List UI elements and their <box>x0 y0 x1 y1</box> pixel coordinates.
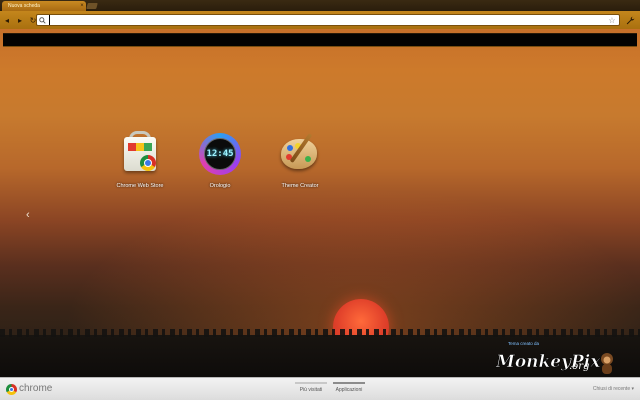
ntp-footer: chrome Più visitati Applicazioni Chiusi … <box>0 377 640 400</box>
pager-indicator <box>295 382 327 384</box>
webstore-icon <box>117 131 163 177</box>
bookmark-star-icon[interactable]: ☆ <box>607 15 617 25</box>
app-label: Theme Creator <box>281 183 319 189</box>
toolbar: ◂ ▸ ↻ ☆ <box>0 11 640 29</box>
background-glow <box>0 29 640 377</box>
pager-label: Applicazioni <box>335 387 363 393</box>
tab-new-tab[interactable]: Nuova scheda × <box>2 1 86 11</box>
apps-grid: Chrome Web Store 12:45 Orologio Theme Cr… <box>100 131 340 189</box>
pager-apps[interactable]: Applicazioni <box>333 382 365 393</box>
app-orologio[interactable]: 12:45 Orologio <box>180 131 260 189</box>
bookmark-bar <box>3 33 637 47</box>
app-label: Chrome Web Store <box>116 183 164 189</box>
page-switcher: Più visitati Applicazioni <box>295 382 365 393</box>
clock-digits: 12:45 <box>206 149 234 159</box>
theme-credit-text: Tema creato da <box>508 341 540 346</box>
recently-closed-menu[interactable]: Chiusi di recente ▾ <box>593 386 634 392</box>
close-icon[interactable]: × <box>78 2 86 10</box>
pager-label: Più visitati <box>299 387 323 393</box>
previous-page-icon[interactable]: ‹ <box>26 209 30 221</box>
search-icon <box>37 15 47 25</box>
pager-indicator <box>333 382 365 384</box>
app-chrome-web-store[interactable]: Chrome Web Store <box>100 131 180 189</box>
logo-suffix: .org <box>569 361 589 372</box>
palette-icon <box>277 131 323 177</box>
tab-strip: Nuova scheda × <box>0 0 640 11</box>
chrome-wordmark: chrome <box>19 383 53 394</box>
new-tab-page: ‹ Chrome Web Store 12:45 Orologio Theme … <box>0 29 640 377</box>
chrome-logo-icon <box>6 384 17 395</box>
forward-icon[interactable]: ▸ <box>14 14 26 26</box>
pager-most-visited[interactable]: Più visitati <box>295 382 327 393</box>
app-label: Orologio <box>209 183 231 189</box>
clock-icon: 12:45 <box>197 131 243 177</box>
new-tab-button[interactable] <box>86 3 98 9</box>
app-theme-creator[interactable]: Theme Creator <box>260 131 340 189</box>
omnibox[interactable]: ☆ <box>36 14 620 26</box>
back-icon[interactable]: ◂ <box>1 14 13 26</box>
monkeypix-logo[interactable]: MonkeyPix .org <box>495 347 625 375</box>
address-input[interactable] <box>49 15 607 25</box>
tab-title: Nuova scheda <box>8 3 40 9</box>
wrench-icon[interactable] <box>624 14 636 26</box>
